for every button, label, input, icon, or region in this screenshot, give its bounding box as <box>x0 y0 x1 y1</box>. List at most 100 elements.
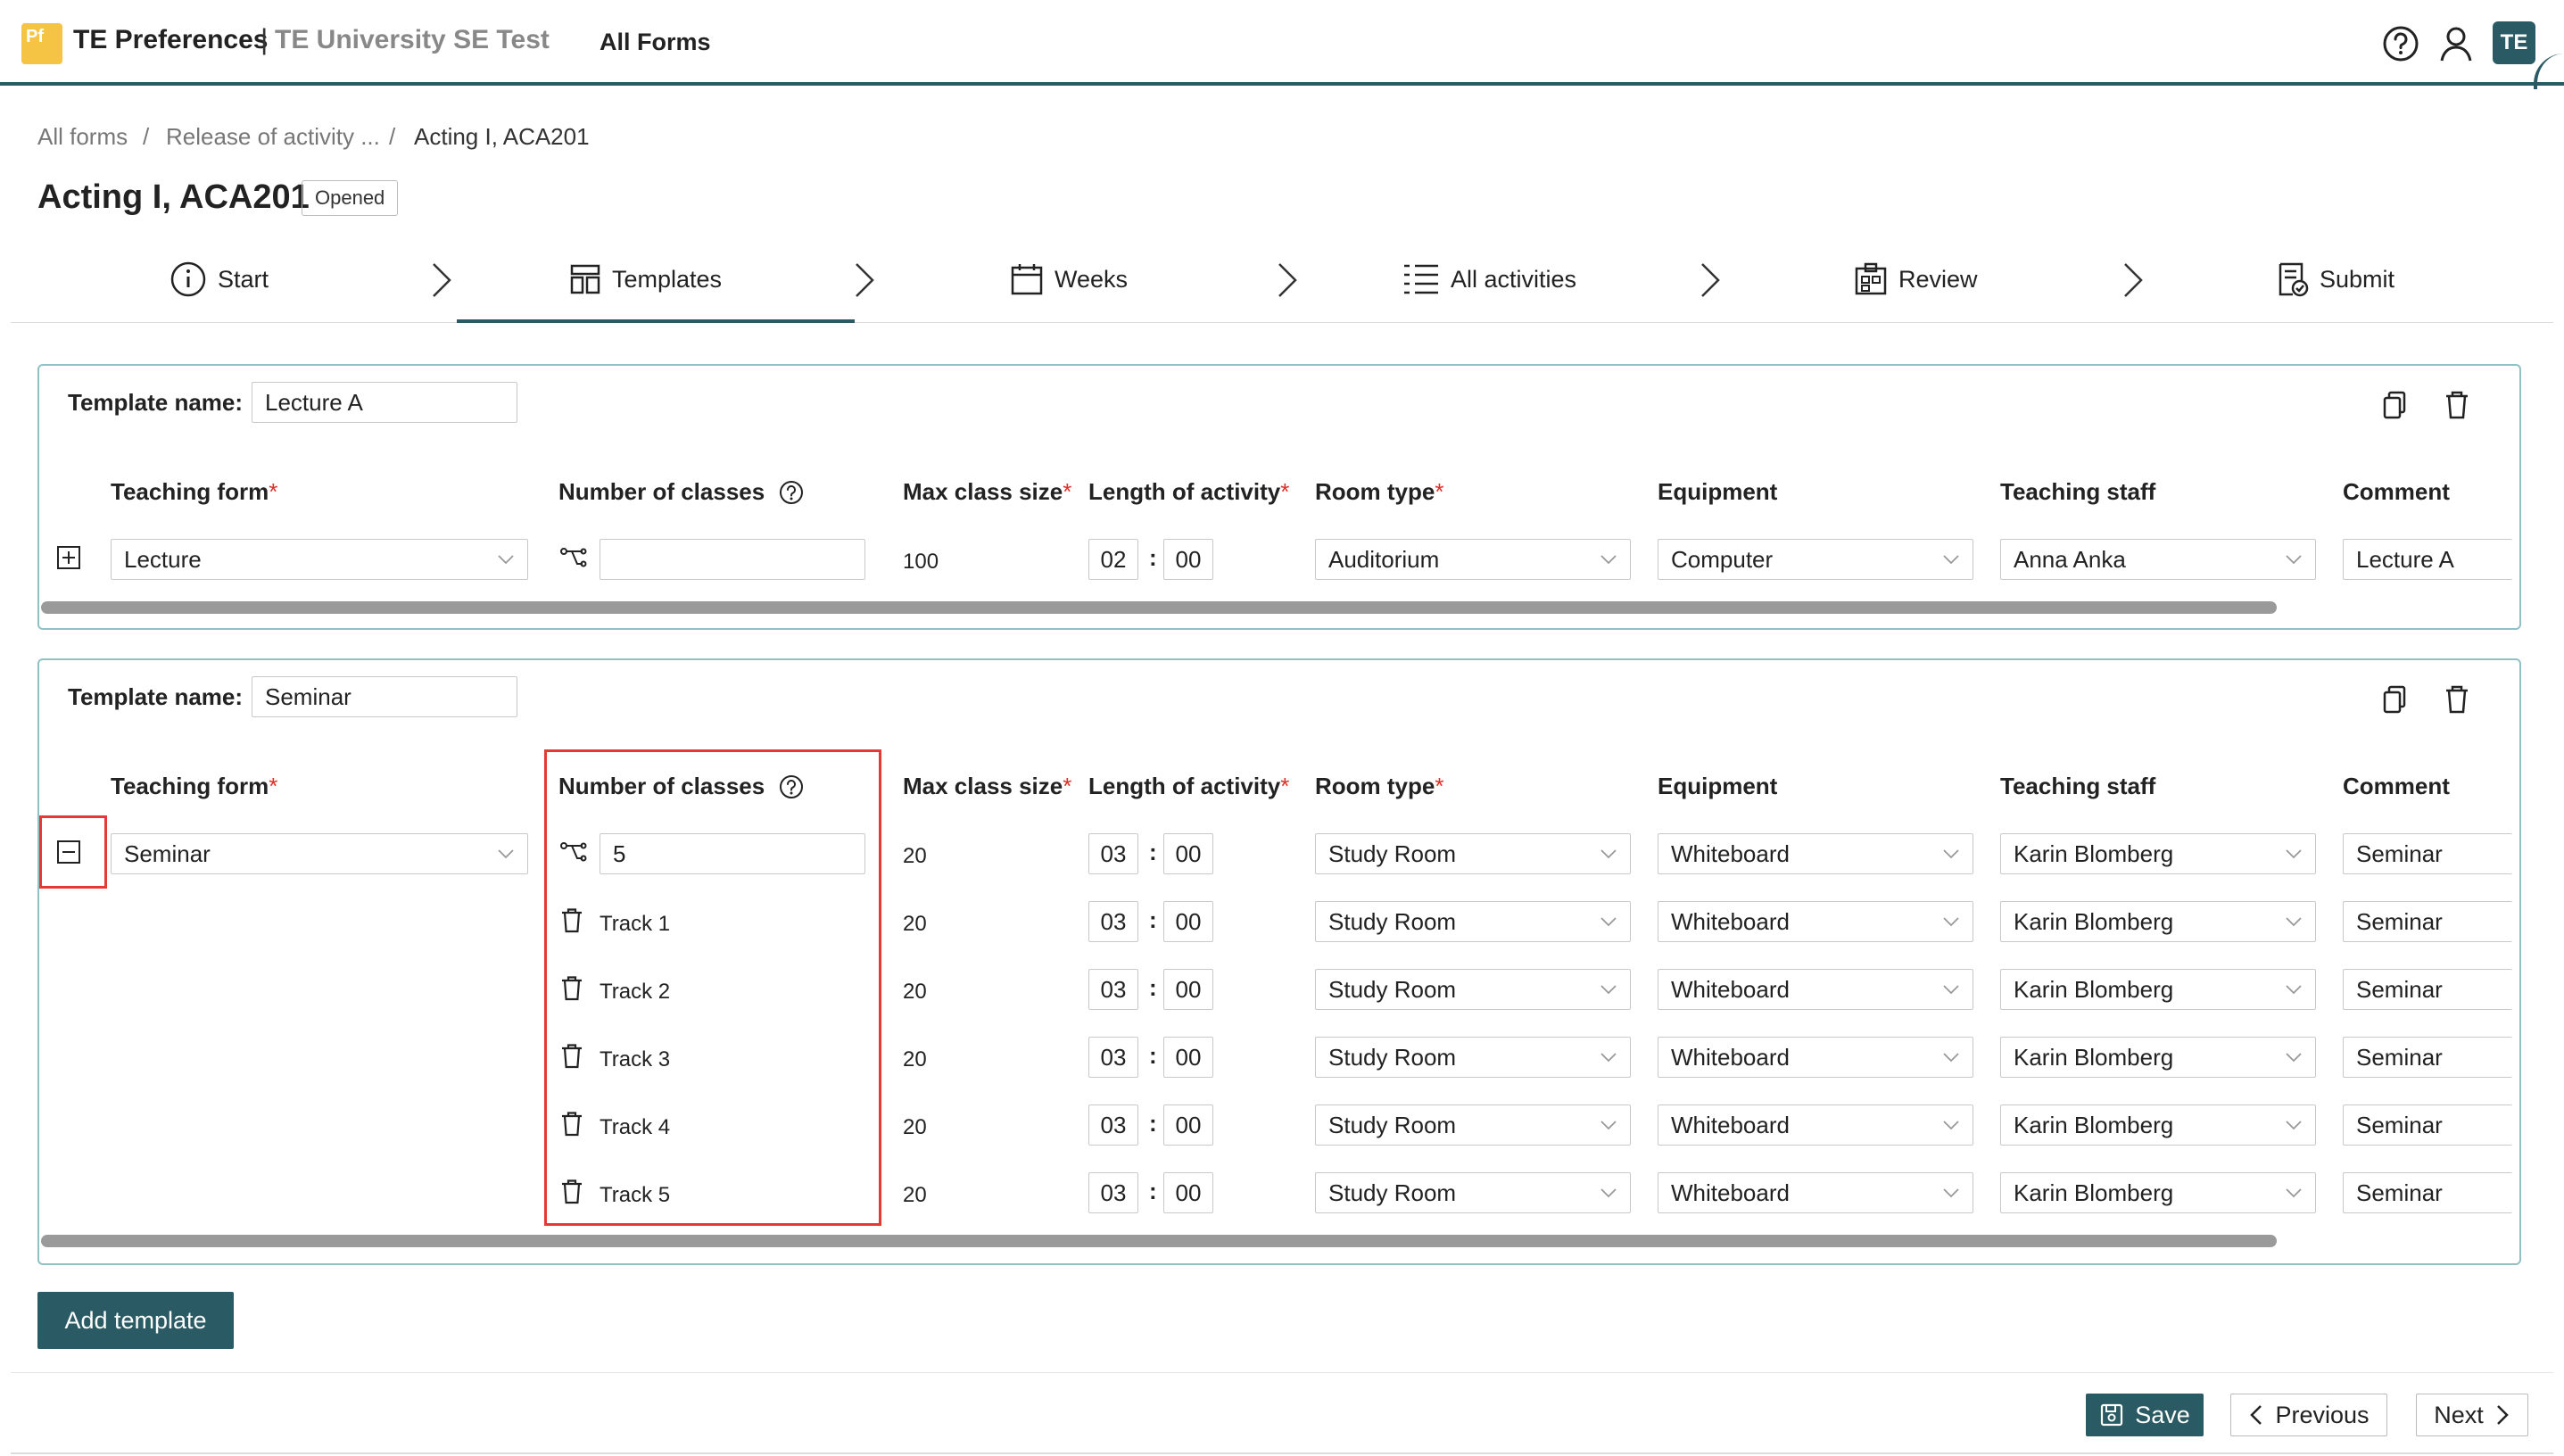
room-type-select[interactable]: Study Room <box>1315 1172 1631 1213</box>
max-class-size-value: 20 <box>903 980 927 1004</box>
page-bottom-border <box>11 1452 2553 1454</box>
teaching-form-select[interactable]: Seminar <box>111 833 528 874</box>
chevron-down-icon <box>1600 1053 1617 1063</box>
trash-icon[interactable] <box>2439 387 2475 423</box>
step-label: Review <box>1898 265 1978 293</box>
comment-input[interactable]: Seminar <box>2343 833 2512 874</box>
time-separator: : <box>1149 906 1157 933</box>
comment-input[interactable]: Seminar <box>2343 1172 2512 1213</box>
max-class-size-value: 20 <box>903 1115 927 1139</box>
header-comment: Comment <box>2343 478 2450 505</box>
time-separator: : <box>1149 1178 1157 1204</box>
save-button[interactable]: Save <box>2086 1394 2204 1436</box>
hours-input[interactable]: 03 <box>1088 833 1138 874</box>
step-label: All activities <box>1451 265 1577 293</box>
step-all-activities[interactable]: All activities <box>1402 259 1576 300</box>
equipment-select[interactable]: Whiteboard <box>1658 1172 1973 1213</box>
trash-icon[interactable] <box>2439 682 2475 717</box>
teaching-staff-select[interactable]: Karin Blomberg <box>2000 1037 2316 1078</box>
teaching-staff-select[interactable]: Karin Blomberg <box>2000 1104 2316 1146</box>
minutes-input[interactable]: 00 <box>1163 833 1213 874</box>
teaching-staff-select[interactable]: Karin Blomberg <box>2000 901 2316 942</box>
active-step-indicator <box>457 319 855 323</box>
room-type-select[interactable]: Study Room <box>1315 833 1631 874</box>
breadcrumb-release[interactable]: Release of activity ... <box>166 123 380 151</box>
split-tracks-icon[interactable] <box>558 544 589 575</box>
header-comment: Comment <box>2343 773 2450 799</box>
copy-icon[interactable] <box>2377 387 2412 423</box>
nav-all-forms[interactable]: All Forms <box>600 29 711 56</box>
step-start[interactable]: Start <box>170 259 269 300</box>
chevron-right-icon <box>1699 261 1722 304</box>
minutes-input[interactable]: 00 <box>1163 1037 1213 1078</box>
help-circle-icon <box>780 480 804 504</box>
teaching-staff-select[interactable]: Karin Blomberg <box>2000 969 2316 1010</box>
hours-input[interactable]: 03 <box>1088 1172 1138 1213</box>
comment-input[interactable]: Lecture A <box>2343 539 2512 580</box>
equipment-select[interactable]: Whiteboard <box>1658 969 1973 1010</box>
comment-input[interactable]: Seminar <box>2343 1104 2512 1146</box>
step-templates[interactable]: Templates <box>569 259 722 300</box>
max-class-size-value: 20 <box>903 844 927 868</box>
equipment-select[interactable]: Whiteboard <box>1658 833 1973 874</box>
chevron-down-icon <box>1943 917 1959 927</box>
chevron-down-icon <box>1600 985 1617 995</box>
template-name-input[interactable]: Lecture A <box>252 382 517 423</box>
room-type-select[interactable]: Study Room <box>1315 1104 1631 1146</box>
step-weeks[interactable]: Weeks <box>1010 259 1128 300</box>
chevron-down-icon <box>1943 1121 1959 1130</box>
breadcrumb-separator: / <box>389 123 396 150</box>
step-submit[interactable]: Submit <box>2277 259 2394 300</box>
equipment-select[interactable]: Whiteboard <box>1658 1104 1973 1146</box>
teaching-staff-select[interactable]: Anna Anka <box>2000 539 2316 580</box>
comment-input[interactable]: Seminar <box>2343 1037 2512 1078</box>
teaching-staff-select[interactable]: Karin Blomberg <box>2000 1172 2316 1213</box>
teaching-form-select[interactable]: Lecture <box>111 539 528 580</box>
chevron-right-icon <box>2122 261 2145 304</box>
horizontal-scrollbar[interactable] <box>41 1235 2277 1247</box>
teaching-staff-select[interactable]: Karin Blomberg <box>2000 833 2316 874</box>
room-type-select[interactable]: Study Room <box>1315 901 1631 942</box>
breadcrumb-all-forms[interactable]: All forms <box>37 123 128 151</box>
user-icon[interactable] <box>2436 23 2477 64</box>
chevron-down-icon <box>1943 1053 1959 1063</box>
max-class-size-value: 20 <box>903 1183 927 1207</box>
room-type-select[interactable]: Auditorium <box>1315 539 1631 580</box>
add-template-button[interactable]: Add template <box>37 1292 234 1349</box>
equipment-select[interactable]: Whiteboard <box>1658 1037 1973 1078</box>
room-type-select[interactable]: Study Room <box>1315 1037 1631 1078</box>
previous-button[interactable]: Previous <box>2230 1394 2387 1436</box>
hours-input[interactable]: 03 <box>1088 1104 1138 1146</box>
hours-input[interactable]: 03 <box>1088 1037 1138 1078</box>
horizontal-scrollbar[interactable] <box>41 601 2277 614</box>
header-length-of-activity: Length of activity* <box>1088 478 1290 505</box>
equipment-select[interactable]: Computer <box>1658 539 1973 580</box>
next-button[interactable]: Next <box>2416 1394 2528 1436</box>
minutes-input[interactable]: 00 <box>1163 539 1213 580</box>
comment-input[interactable]: Seminar <box>2343 901 2512 942</box>
help-circle-icon[interactable] <box>2380 23 2421 64</box>
list-icon <box>1404 264 1438 294</box>
header-max-class-size: Max class size* <box>903 478 1072 505</box>
hours-input[interactable]: 03 <box>1088 901 1138 942</box>
hours-input[interactable]: 02 <box>1088 539 1138 580</box>
comment-input[interactable]: Seminar <box>2343 969 2512 1010</box>
copy-icon[interactable] <box>2377 682 2412 717</box>
calendar-icon <box>1011 264 1043 295</box>
expand-plus-icon[interactable] <box>55 544 82 571</box>
chevron-down-icon <box>1943 1188 1959 1198</box>
minutes-input[interactable]: 00 <box>1163 969 1213 1010</box>
number-of-classes-input[interactable] <box>600 539 865 580</box>
minutes-input[interactable]: 00 <box>1163 1104 1213 1146</box>
avatar[interactable]: TE <box>2493 21 2535 64</box>
hours-input[interactable]: 03 <box>1088 969 1138 1010</box>
equipment-select[interactable]: Whiteboard <box>1658 901 1973 942</box>
chevron-down-icon <box>498 555 514 565</box>
header-length-of-activity: Length of activity* <box>1088 773 1290 799</box>
room-type-select[interactable]: Study Room <box>1315 969 1631 1010</box>
minutes-input[interactable]: 00 <box>1163 901 1213 942</box>
template-name-input[interactable]: Seminar <box>252 676 517 717</box>
minutes-input[interactable]: 00 <box>1163 1172 1213 1213</box>
chevron-down-icon <box>2286 849 2302 859</box>
step-review[interactable]: Review <box>1854 259 1978 300</box>
